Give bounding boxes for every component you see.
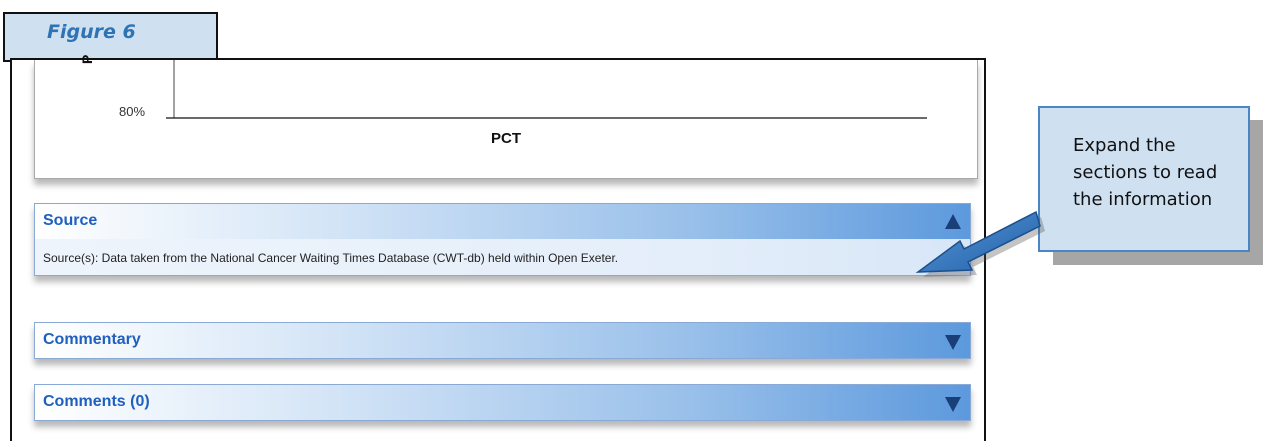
callout-line-3: the information [1073,189,1213,210]
source-text: Source(s): Data taken from the National … [43,251,619,265]
source-section-body: Source(s): Data taken from the National … [35,239,970,275]
callout-line-1: Expand the [1073,135,1176,156]
source-section-title: Source [43,212,98,229]
callout-line-2: sections to read [1073,162,1218,183]
comments-section: Comments (0) [34,384,971,421]
comments-section-title: Comments (0) [43,393,150,410]
source-section: Source Source(s): Data taken from the Na… [34,203,971,276]
x-axis-label: PCT [491,130,521,147]
comments-section-header[interactable]: Comments (0) [35,385,970,420]
chart-axes [166,60,927,119]
screenshot-stage: Figure 6 P 80% PCT Source Source(s): Dat… [0,0,1272,441]
figure-label: Figure 6 [3,12,218,62]
caret-up-icon[interactable] [945,214,961,229]
content-panel: P 80% PCT Source Source(s): Data taken f… [10,55,986,441]
commentary-section: Commentary [34,322,971,359]
commentary-section-title: Commentary [43,331,141,348]
chart-card: P 80% PCT [34,55,978,179]
source-section-header[interactable]: Source [35,204,970,239]
commentary-section-header[interactable]: Commentary [35,323,970,358]
caret-down-icon[interactable] [945,335,961,350]
callout-note: Expand the sections to read the informat… [1038,106,1250,252]
caret-down-icon[interactable] [945,397,961,412]
